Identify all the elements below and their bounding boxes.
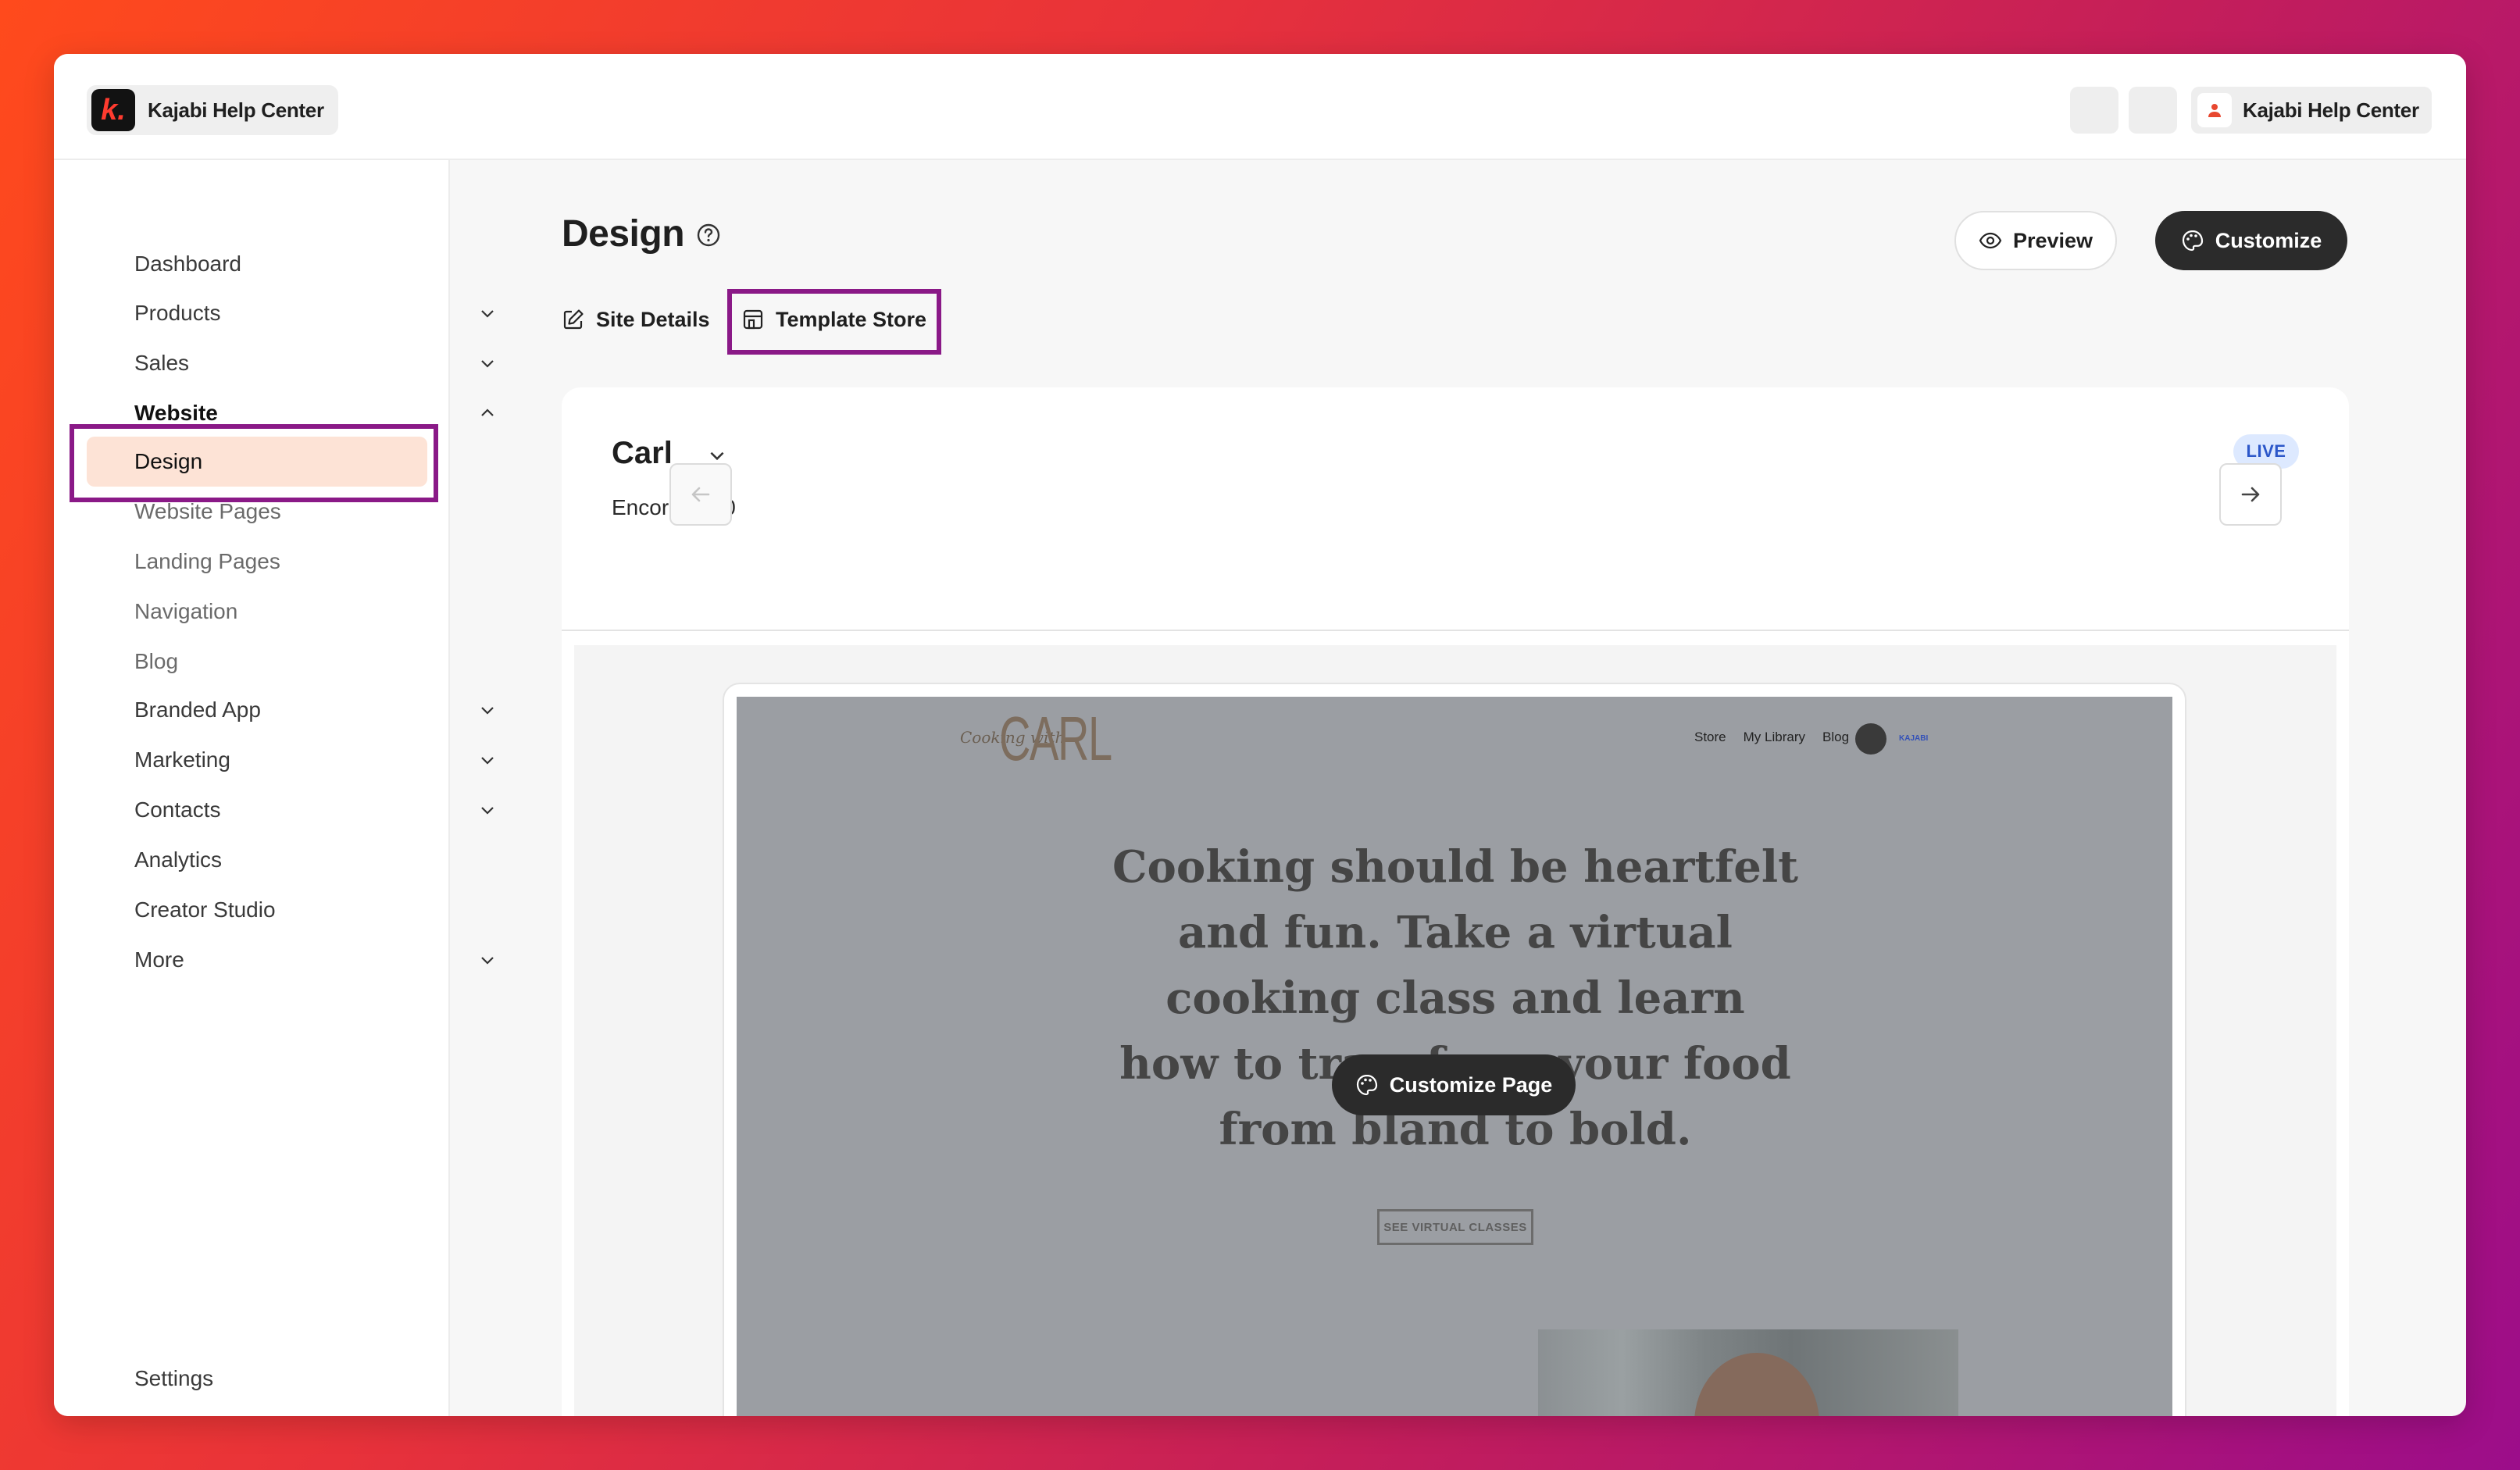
sidebar-item-label: Dashboard [134,252,241,276]
sidebar-item-analytics[interactable]: Analytics [134,837,447,883]
sidebar-item-creator-studio[interactable]: Creator Studio [134,887,447,933]
tab-site-details[interactable]: Site Details [562,295,710,344]
theme-card: Carl Encore 1.8.0 LIVE Cooking with CARL… [562,387,2349,1416]
page-title: Design [562,213,685,255]
eye-icon [1979,232,2002,249]
highlight-box-design [70,424,438,502]
help-icon[interactable] [696,223,721,248]
chevron-down-icon [481,757,494,765]
account-menu[interactable]: Kajabi Help Center [2191,87,2432,134]
sidebar-item-label: Branded App [134,698,261,722]
sidebar-item-label: Website [134,401,218,425]
person-photo [1694,1353,1819,1416]
chevron-down-icon [481,707,494,715]
chevron-up-icon [481,409,494,416]
customize-page-label: Customize Page [1389,1072,1553,1097]
sidebar-item-label: Marketing [134,747,230,772]
site-screenshot: Cooking with CARL Store My Library Blog … [737,697,2172,1416]
site-nav-item: Blog [1822,730,1850,744]
sidebar-item-label: Analytics [134,847,223,872]
chevron-down-icon [481,957,494,965]
sidebar-item-label: Blog [134,649,179,673]
sidebar-item-more[interactable]: More [134,937,494,983]
topbar-placeholder-button-1[interactable] [2070,87,2118,134]
sidebar-item-label: Contacts [134,797,221,822]
site-switcher[interactable]: k. Kajabi Help Center [87,85,338,135]
preview-button[interactable]: Preview [1954,211,2117,270]
customize-page-button[interactable]: Customize Page [1332,1054,1576,1115]
sidebar-item-label: More [134,947,184,972]
next-page-button[interactable] [2219,463,2282,526]
sidebar-item-label: Products [134,301,221,325]
sidebar-item-label: Settings [134,1366,214,1390]
previous-page-button[interactable] [669,463,732,526]
preview-frame: Cooking with CARL Store My Library Blog … [723,683,2186,1416]
site-logo: CARL [999,704,1112,773]
sidebar-item-products[interactable]: Products [134,290,494,337]
kajabi-logo-icon: k. [91,89,135,131]
top-bar: k. Kajabi Help Center Kajabi Help Center [54,54,2466,160]
sidebar-item-blog[interactable]: Blog [134,638,447,685]
sidebar-item-contacts[interactable]: Contacts [134,787,494,833]
sidebar-item-dashboard[interactable]: Dashboard [134,241,447,287]
sidebar-item-label: Landing Pages [134,549,280,573]
app-window: k. Kajabi Help Center Kajabi Help Center… [54,54,2466,1416]
site-hero-photo [1538,1329,1958,1416]
preview-button-label: Preview [2012,228,2093,252]
chevron-down-icon [481,310,494,318]
template-preview-area: Cooking with CARL Store My Library Blog … [574,645,2336,1416]
palette-icon [1356,1074,1377,1096]
sidebar-item-navigation[interactable]: Navigation [134,588,447,635]
theme-name[interactable]: Carl [612,436,673,471]
topbar-placeholder-button-2[interactable] [2129,87,2177,134]
site-avatar [1855,723,1886,755]
arrow-left-icon [691,487,710,502]
sidebar-item-settings[interactable]: Settings [134,1355,447,1402]
arrow-right-icon [2241,487,2260,502]
sidebar-item-label: Website Pages [134,499,281,523]
site-cta-button: SEE VIRTUAL CLASSES [1377,1209,1533,1245]
sidebar-item-sales[interactable]: Sales [134,340,494,387]
palette-icon [2182,230,2203,252]
sidebar-item-landing-pages[interactable]: Landing Pages [134,538,447,585]
chevron-down-icon [481,360,494,368]
chevron-down-icon [481,807,494,815]
site-nav-item: Store [1694,730,1726,744]
site-kajabi-badge: KAJABI [1899,734,1929,743]
sidebar-item-label: Sales [134,351,190,375]
site-name: Kajabi Help Center [148,98,324,122]
tab-label: Site Details [596,307,710,331]
site-nav-item: My Library [1743,730,1805,744]
sidebar-item-label: Creator Studio [134,897,276,922]
highlight-box-template-store [727,289,941,355]
sidebar-item-label: Navigation [134,599,238,623]
site-nav: Store My Library Blog [1694,730,1849,745]
customize-button-label: Customize [2215,228,2322,252]
customize-button[interactable]: Customize [2155,211,2347,270]
divider [562,630,2349,631]
user-icon [2197,93,2232,127]
edit-icon [563,309,584,330]
sidebar-item-branded-app[interactable]: Branded App [134,687,494,733]
account-name: Kajabi Help Center [2243,98,2419,122]
sidebar: Dashboard Products Sales Website Design … [54,160,494,1416]
sidebar-item-marketing[interactable]: Marketing [134,737,494,783]
